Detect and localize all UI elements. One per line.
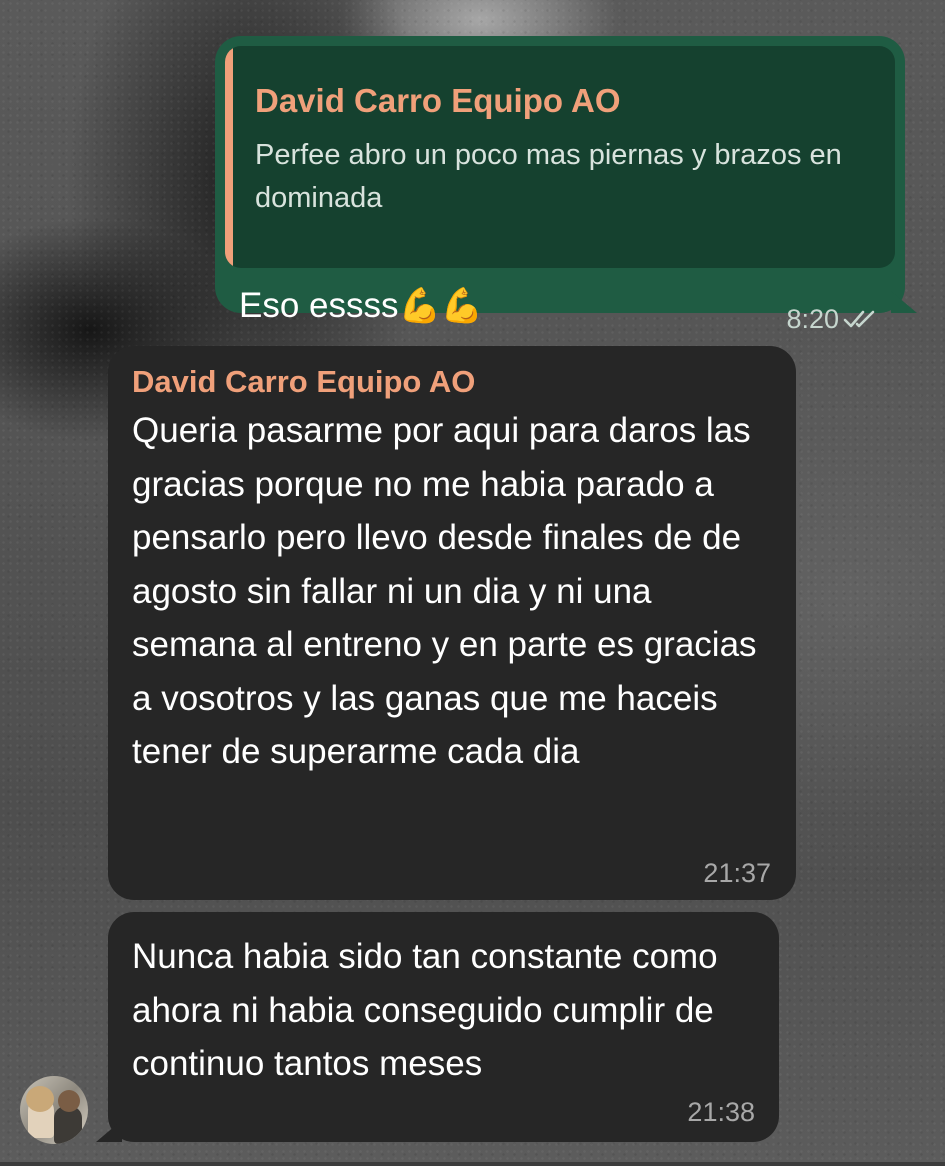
double-check-icon (843, 310, 875, 328)
message-text: Queria pasarme por aqui para daros las g… (132, 411, 757, 771)
sender-avatar[interactable] (20, 1076, 88, 1144)
message-meta: 8:20 (786, 304, 879, 335)
message-text: Nunca habia sido tan constante como ahor… (132, 937, 718, 1083)
flexed-biceps-icon: 💪💪 (398, 287, 484, 325)
quoted-message-author: David Carro Equipo AO (255, 82, 621, 119)
message-time: 21:37 (703, 858, 771, 888)
message-text-content: Eso essss (239, 286, 399, 325)
incoming-message[interactable]: David Carro Equipo AO Queria pasarme por… (108, 346, 796, 900)
message-author[interactable]: David Carro Equipo AO (132, 364, 475, 400)
bottom-edge (0, 1162, 945, 1166)
message-text: Eso essss💪💪 (239, 286, 483, 326)
quoted-message[interactable]: David Carro Equipo AO Perfee abro un poc… (225, 46, 895, 268)
quote-accent-bar (225, 46, 233, 268)
outgoing-message[interactable]: David Carro Equipo AO Perfee abro un poc… (215, 36, 917, 334)
incoming-message[interactable]: Nunca habia sido tan constante como ahor… (96, 912, 779, 1142)
quoted-message-text: Perfee abro un poco mas piernas y brazos… (255, 139, 842, 214)
message-time: 8:20 (786, 304, 839, 334)
message-time: 21:38 (687, 1097, 755, 1127)
